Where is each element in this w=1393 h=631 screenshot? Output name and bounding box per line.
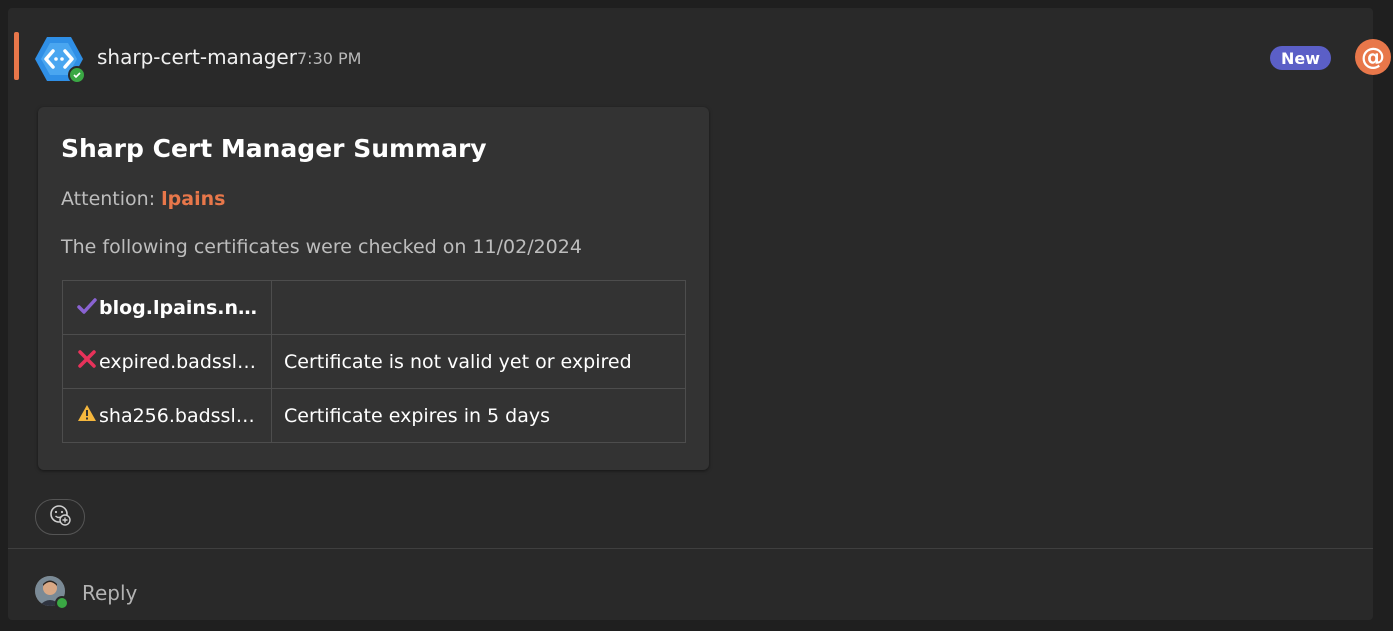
table-row: sha256.badssl.... Certificate expires in…	[62, 388, 686, 443]
reply-button[interactable]: Reply	[82, 581, 137, 605]
cert-status: Certificate is not valid yet or expired	[271, 334, 686, 389]
cert-name-cell: blog.lpains.net	[62, 280, 272, 335]
warning-icon	[77, 404, 99, 427]
table-row: blog.lpains.net	[62, 280, 686, 335]
cert-name: blog.lpains.net	[99, 296, 259, 319]
divider	[8, 548, 1373, 549]
at-icon[interactable]: @	[1355, 39, 1391, 75]
certificates-table: blog.lpains.net expired.badssl.... Certi…	[62, 280, 686, 443]
sender-name[interactable]: sharp-cert-manager	[97, 45, 297, 69]
new-badge: New	[1270, 46, 1331, 70]
attention-line: Attention: lpains	[61, 188, 225, 210]
cert-name: expired.badssl....	[99, 350, 259, 373]
add-reaction-button[interactable]	[35, 499, 85, 535]
emoji-add-icon	[49, 504, 71, 530]
cert-name-cell: expired.badssl....	[62, 334, 272, 389]
user-online-status-icon	[55, 596, 69, 610]
online-status-icon	[68, 66, 86, 84]
cert-status: Certificate expires in 5 days	[271, 388, 686, 443]
checked-date-text: The following certificates were checked …	[61, 236, 582, 258]
table-row: expired.badssl.... Certificate is not va…	[62, 334, 686, 389]
cert-status	[271, 280, 686, 335]
cert-name: sha256.badssl....	[99, 404, 259, 427]
cross-icon	[77, 349, 99, 374]
card-title: Sharp Cert Manager Summary	[61, 134, 487, 163]
check-icon	[77, 297, 99, 319]
message-timestamp: 7:30 PM	[297, 49, 362, 68]
unread-accent-bar	[14, 32, 19, 80]
user-mention[interactable]: lpains	[161, 188, 225, 210]
message-panel: sharp-cert-manager 7:30 PM New @ Sharp C…	[8, 8, 1391, 620]
cert-name-cell: sha256.badssl....	[62, 388, 272, 443]
adaptive-card: Sharp Cert Manager Summary Attention: lp…	[38, 107, 709, 470]
attention-label: Attention:	[61, 188, 156, 210]
